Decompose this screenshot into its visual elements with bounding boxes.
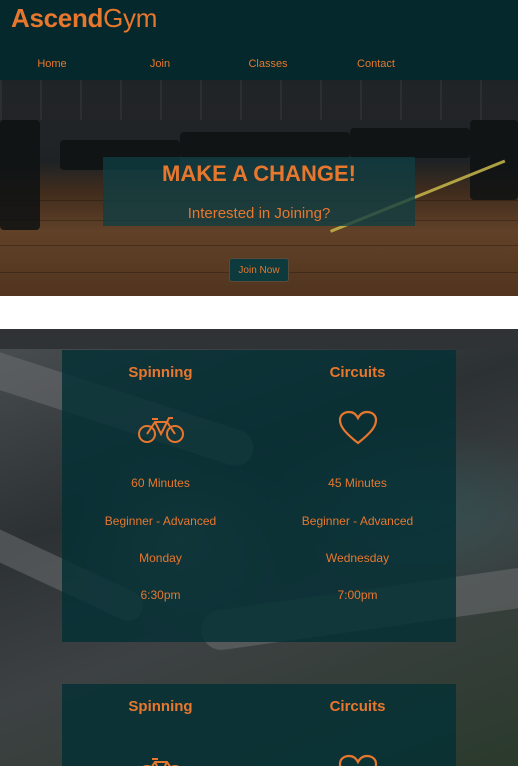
class-day: Monday (139, 551, 182, 565)
treadmill-shape (180, 132, 350, 158)
nav-home[interactable]: Home (37, 58, 66, 70)
class-name: Circuits (329, 698, 386, 715)
nav-classes[interactable]: Classes (248, 58, 287, 70)
brand-logo[interactable]: AscendGym (11, 3, 157, 33)
class-time: 6:30pm (140, 588, 181, 602)
treadmill-shape (350, 128, 470, 158)
class-card-spinning[interactable]: Spinning (62, 684, 259, 766)
join-now-button[interactable]: Join Now (229, 258, 289, 282)
class-card-circuits[interactable]: Circuits 45 Minutes Beginner - Advanced … (259, 350, 456, 642)
site-header: AscendGym Home Join Classes Contact (0, 0, 518, 80)
main-nav: Home Join Classes Contact (0, 58, 518, 72)
class-name: Circuits (329, 364, 386, 381)
class-card-circuits[interactable]: Circuits (259, 684, 456, 766)
heart-icon (338, 754, 378, 766)
section-top-strip (0, 329, 518, 349)
class-time: 7:00pm (337, 588, 378, 602)
heart-icon (338, 410, 378, 451)
bicycle-icon (137, 756, 185, 766)
brand-name-part1: Ascend (11, 3, 104, 33)
floor-plank (0, 245, 518, 246)
nav-join[interactable]: Join (150, 58, 170, 70)
class-day: Wednesday (325, 551, 390, 565)
class-duration: 60 Minutes (131, 476, 190, 490)
nav-contact[interactable]: Contact (357, 58, 395, 70)
brand-name-part2: Gym (103, 3, 158, 33)
hero-subtitle: Interested in Joining? (187, 205, 331, 222)
class-name: Spinning (128, 698, 193, 715)
hero-banner: MAKE A CHANGE! Interested in Joining? Jo… (0, 80, 518, 296)
class-duration: 45 Minutes (328, 476, 387, 490)
hero-title: MAKE A CHANGE! (162, 161, 356, 186)
class-card-spinning[interactable]: Spinning 60 Minutes Beginner - Advanced … (62, 350, 259, 642)
class-level: Beginner - Advanced (301, 514, 414, 528)
bicycle-icon (137, 416, 185, 449)
hero-background-ceiling (0, 80, 518, 120)
classes-section: Spinning 60 Minutes Beginner - Advanced … (0, 329, 518, 766)
class-name: Spinning (128, 364, 193, 381)
class-level: Beginner - Advanced (104, 514, 217, 528)
